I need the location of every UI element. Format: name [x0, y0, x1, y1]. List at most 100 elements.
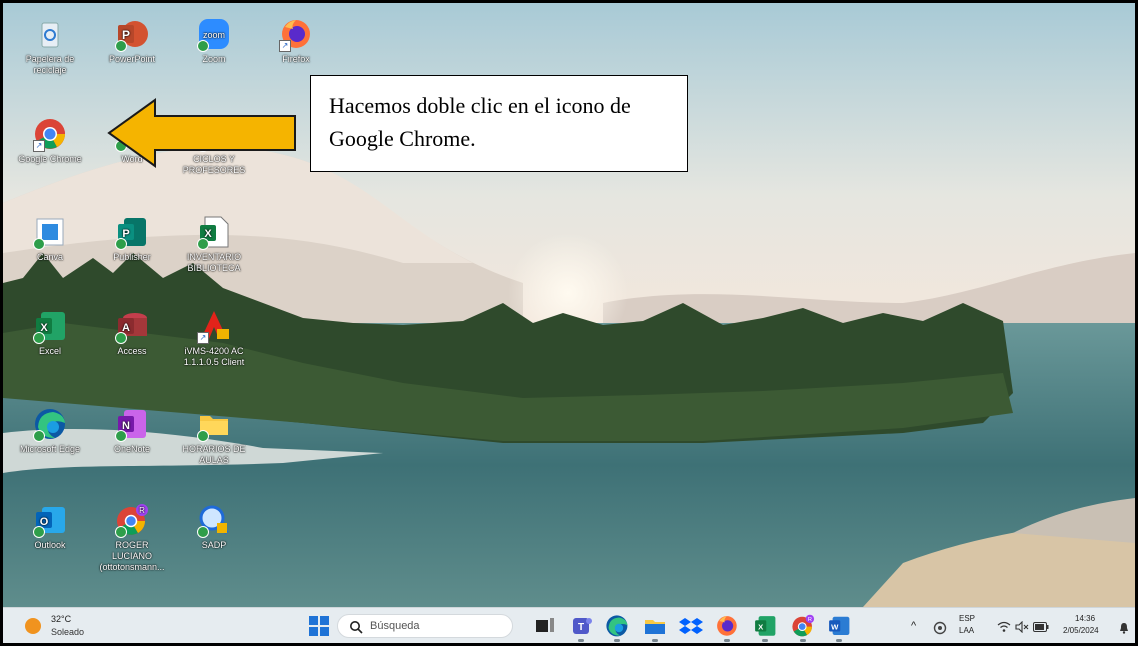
language-code[interactable]: ESP [959, 614, 975, 623]
shortcut-arrow-icon: ↗ [279, 40, 291, 52]
clock-time[interactable]: 14:36 [1075, 614, 1095, 623]
desktop-shortcut[interactable]: Canva [15, 215, 85, 263]
battery-icon[interactable] [1033, 622, 1049, 632]
desktop-shortcut[interactable]: HORARIOS DE AULAS [179, 407, 249, 466]
firefox-icon: ↗ [279, 17, 313, 52]
onenote-icon: N [115, 407, 149, 442]
running-indicator [652, 639, 658, 642]
shortcut-arrow-icon: ↗ [197, 332, 209, 344]
speaker-muted-icon[interactable] [1015, 621, 1029, 633]
desktop-shortcut-label: Microsoft Edge [19, 444, 81, 454]
desktop-shortcut[interactable]: O Outlook [15, 503, 85, 551]
language-layout[interactable]: LAA [959, 626, 974, 635]
edge-icon [33, 407, 67, 442]
start-button[interactable] [309, 616, 329, 636]
shortcut-arrow-icon: ↗ [33, 140, 45, 152]
svg-text:R: R [808, 617, 812, 623]
sadp-icon [197, 503, 231, 538]
search-placeholder: Búsqueda [370, 620, 420, 632]
chevron-up-icon[interactable]: ^ [911, 620, 916, 632]
desktop-shortcut-label: Zoom [202, 54, 226, 64]
desktop-shortcut[interactable]: zoom Zoom [179, 17, 249, 65]
tray-app-icon[interactable] [933, 621, 947, 635]
publisher-icon: P [115, 215, 149, 250]
instruction-callout: Hacemos doble clic en el icono de Google… [310, 75, 688, 172]
svg-text:R: R [139, 506, 145, 515]
weather-condition: Soleado [51, 627, 85, 637]
desktop-shortcut[interactable]: P Publisher [97, 215, 167, 263]
desktop-shortcut[interactable]: Papelera de reciclaje [15, 17, 85, 76]
bell-icon[interactable] [1119, 622, 1129, 634]
teams-icon[interactable]: T [569, 614, 593, 642]
dropbox-icon[interactable] [679, 614, 703, 638]
desktop[interactable]: Papelera de reciclaje P PowerPoint zoom Zoom… [3, 3, 1135, 607]
recycle-bin-icon [33, 17, 67, 51]
desktop-shortcut[interactable]: X Excel [15, 309, 85, 357]
sync-status-icon [115, 238, 127, 250]
desktop-shortcut[interactable]: Microsoft Edge [15, 407, 85, 455]
desktop-shortcut[interactable]: SADP [179, 503, 249, 551]
taskbar-search[interactable]: Búsqueda [337, 614, 513, 638]
sync-status-icon [115, 332, 127, 344]
sync-status-icon [33, 238, 45, 250]
weather-temp: 32°C [51, 614, 72, 624]
desktop-shortcut[interactable]: ↗ iVMS-4200 AC 1.1.1.0.5 Client [179, 309, 249, 368]
desktop-shortcut[interactable]: R ROGER LUCIANO (ottotonsmann... [97, 503, 167, 573]
file-explorer-icon[interactable] [643, 614, 667, 642]
canva-icon [33, 215, 67, 250]
powerpoint-icon: P [115, 17, 149, 52]
sync-status-icon [115, 430, 127, 442]
svg-text:T: T [578, 622, 584, 633]
task-view-icon[interactable] [533, 614, 557, 638]
svg-text:X: X [758, 622, 764, 631]
sync-status-icon [197, 40, 209, 52]
desktop-shortcut-label: Access [117, 346, 147, 356]
chrome-profile-icon: R [115, 503, 149, 538]
sync-status-icon [197, 526, 209, 538]
desktop-shortcut[interactable]: P PowerPoint [97, 17, 167, 65]
running-indicator [614, 639, 620, 642]
desktop-shortcut-label: Outlook [34, 540, 66, 550]
windows-icon [309, 616, 329, 636]
desktop-shortcut-label: Excel [38, 346, 61, 356]
chrome-profile-icon[interactable]: R [791, 614, 815, 642]
wifi-icon[interactable] [997, 621, 1011, 633]
zoom-icon: zoom [197, 17, 231, 52]
desktop-shortcut-label: INVENTARIO BIBLIOTECA [186, 252, 242, 273]
desktop-shortcut[interactable]: ↗ Firefox [261, 17, 331, 65]
word-icon[interactable]: W [827, 614, 851, 642]
running-indicator [724, 639, 730, 642]
edge-icon[interactable] [605, 614, 629, 642]
running-indicator [800, 639, 806, 642]
desktop-shortcut-label: ROGER LUCIANO (ottotonsmann... [99, 540, 165, 572]
sync-status-icon [33, 526, 45, 538]
desktop-shortcut-label: OneNote [113, 444, 151, 454]
svg-text:zoom: zoom [203, 30, 225, 40]
screenshot-frame: Papelera de reciclaje P PowerPoint zoom Zoom… [0, 0, 1138, 646]
ivms-icon: ↗ [197, 309, 231, 344]
firefox-icon[interactable] [715, 614, 739, 642]
desktop-shortcut[interactable]: ↗ Google Chrome [15, 117, 85, 165]
desktop-shortcut-label: Google Chrome [18, 154, 82, 164]
taskbar: 32°C Soleado Búsqueda T X R W ^ ESP LAA 14:… [3, 607, 1135, 643]
running-indicator [578, 639, 584, 642]
folder-icon [197, 407, 231, 442]
desktop-shortcut-label: iVMS-4200 AC 1.1.1.0.5 Client [183, 346, 245, 367]
desktop-shortcut-label: Canva [36, 252, 63, 262]
desktop-shortcut[interactable]: N OneNote [97, 407, 167, 455]
running-indicator [762, 639, 768, 642]
clock-date[interactable]: 2/05/2024 [1063, 626, 1099, 635]
pointer-arrow [107, 98, 296, 168]
sync-status-icon [33, 332, 45, 344]
chrome-icon: ↗ [33, 117, 67, 152]
outlook-icon: O [33, 503, 67, 538]
desktop-shortcut-label: Papelera de reciclaje [25, 54, 75, 75]
svg-text:W: W [831, 622, 839, 631]
sync-status-icon [197, 238, 209, 250]
desktop-shortcut[interactable]: X INVENTARIO BIBLIOTECA [179, 215, 249, 274]
desktop-shortcut[interactable]: A Access [97, 309, 167, 357]
excel-icon[interactable]: X [753, 614, 777, 642]
sync-status-icon [115, 40, 127, 52]
desktop-shortcut-label: HORARIOS DE AULAS [182, 444, 246, 465]
sync-status-icon [197, 430, 209, 442]
